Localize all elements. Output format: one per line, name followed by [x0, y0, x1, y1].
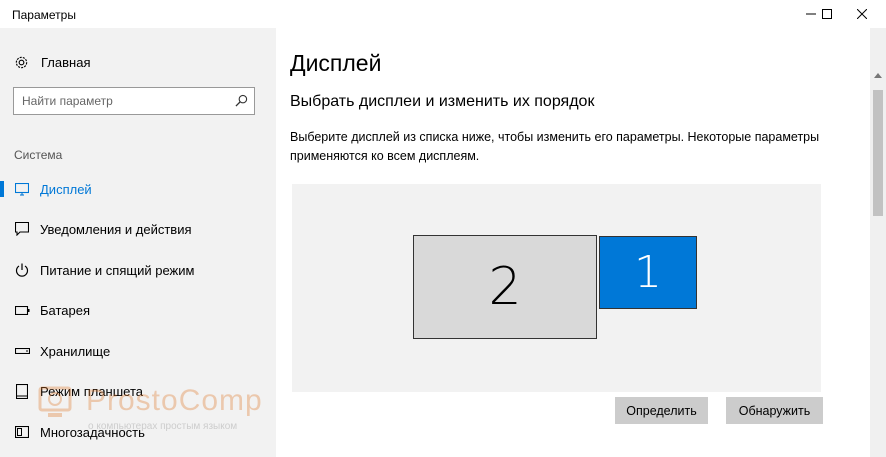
- sidebar-item-power[interactable]: Питание и спящий режим: [0, 250, 276, 290]
- maximize-button[interactable]: [811, 0, 843, 28]
- multitasking-icon: [14, 424, 30, 440]
- main-content: Дисплей Выбрать дисплеи и изменить их по…: [276, 28, 870, 457]
- sidebar-item-label: Хранилище: [40, 343, 111, 359]
- active-indicator: [0, 181, 4, 197]
- monitor-1[interactable]: 1: [599, 236, 697, 309]
- page-title: Дисплей: [290, 50, 382, 76]
- tablet-icon: [14, 383, 30, 399]
- title-bar: Параметры: [0, 0, 886, 28]
- sidebar-item-label: Батарея: [40, 302, 91, 318]
- detect-button[interactable]: Обнаружить: [726, 397, 823, 424]
- sidebar-item-notifications[interactable]: Уведомления и действия: [0, 209, 276, 249]
- sidebar-item-battery[interactable]: Батарея: [0, 290, 276, 330]
- close-icon: [857, 9, 867, 19]
- description-text: Выберите дисплей из списка ниже, чтобы и…: [290, 130, 820, 163]
- section-label: Система: [14, 148, 63, 162]
- gear-icon: [15, 56, 28, 68]
- search-box[interactable]: [13, 87, 255, 115]
- home-label: Главная: [41, 54, 91, 70]
- power-icon: [14, 262, 30, 278]
- home-link[interactable]: Главная: [14, 52, 90, 72]
- sidebar-item-label: Питание и спящий режим: [40, 262, 195, 278]
- monitor-icon: [14, 181, 30, 197]
- watermark-logo-icon: [38, 386, 72, 417]
- maximize-icon: [822, 9, 832, 19]
- sidebar-item-label: Уведомления и действия: [40, 221, 192, 237]
- watermark-name: ProstoComp: [86, 384, 263, 417]
- display-arrangement-area: 2 1: [292, 184, 821, 392]
- battery-icon: [14, 302, 30, 318]
- close-button[interactable]: [846, 0, 878, 28]
- search-icon[interactable]: [235, 94, 248, 107]
- chevron-up-icon: [874, 72, 882, 78]
- section-heading: Выбрать дисплеи и изменить их порядок: [290, 93, 595, 110]
- watermark-tagline: о компьютерах простым языком: [88, 421, 238, 432]
- monitor-2[interactable]: 2: [413, 235, 597, 339]
- notification-icon: [14, 221, 30, 237]
- search-input[interactable]: [22, 92, 222, 110]
- identify-button[interactable]: Определить: [615, 397, 708, 424]
- storage-icon: [14, 343, 30, 359]
- sidebar-item-label: Дисплей: [40, 181, 92, 197]
- scrollbar[interactable]: [870, 28, 886, 457]
- sidebar-item-storage[interactable]: Хранилище: [0, 331, 276, 371]
- sidebar-item-display[interactable]: Дисплей: [0, 169, 276, 209]
- scrollbar-thumb[interactable]: [873, 90, 883, 216]
- scroll-up-button[interactable]: [870, 68, 886, 82]
- window-title: Параметры: [12, 8, 76, 22]
